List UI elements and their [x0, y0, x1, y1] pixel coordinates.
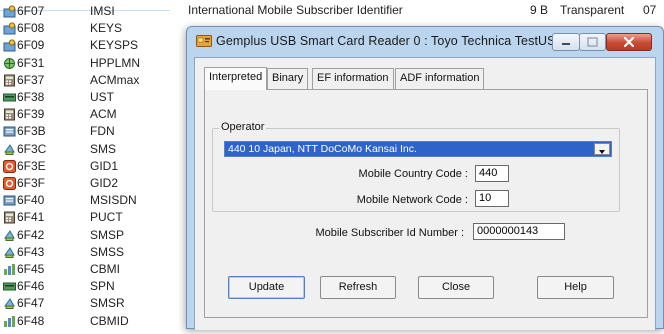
calculator-icon: [3, 107, 16, 121]
operator-legend: Operator: [219, 121, 267, 133]
message-icon: [3, 228, 16, 241]
dialog-titlebar[interactable]: Gemplus USB Smart Card Reader 0 : Toyo T…: [187, 27, 663, 57]
file-size: 9 B: [530, 3, 549, 17]
group-id-icon: [3, 159, 16, 173]
card-icon: [3, 279, 16, 292]
maximize-icon: [587, 37, 598, 47]
close-button[interactable]: Close: [418, 276, 494, 299]
file-id: 6F48: [17, 313, 45, 328]
mnc-label: Mobile Network Code :: [356, 194, 468, 206]
broadcast-icon: [3, 262, 16, 275]
file-name: CBMID: [90, 313, 129, 328]
mcc-field[interactable]: 440: [475, 165, 509, 182]
phonebook-icon: [3, 124, 16, 137]
message-icon: [3, 296, 16, 310]
close-icon: [623, 36, 635, 48]
tab-adf-information[interactable]: ADF information: [395, 68, 485, 89]
msin-field[interactable]: 0000000143: [473, 223, 565, 240]
calculator-icon: [3, 210, 16, 224]
card-icon: [3, 90, 16, 103]
tab-binary[interactable]: Binary: [267, 68, 309, 89]
mnc-field[interactable]: 10: [475, 190, 509, 207]
calculator-icon: [3, 73, 16, 87]
card-reader-icon: [196, 35, 212, 47]
mcc-label: Mobile Country Code :: [358, 168, 468, 180]
security-key-icon: [3, 38, 16, 52]
file-description: International Mobile Subscriber Identifi…: [188, 3, 403, 17]
minimize-button[interactable]: [552, 33, 580, 51]
operator-select[interactable]: 440 10 Japan, NTT DoCoMo Kansai Inc.: [224, 141, 612, 157]
file-record-count: 07: [643, 3, 657, 17]
chevron-down-icon: [599, 150, 605, 154]
security-key-icon: [3, 4, 16, 18]
phonebook-icon: [3, 193, 16, 206]
window-close-button[interactable]: [606, 33, 652, 51]
update-button[interactable]: Update: [228, 276, 305, 299]
message-icon: [3, 142, 16, 155]
group-id-icon: [3, 176, 16, 190]
dialog-title: Gemplus USB Smart Card Reader 0 : Toyo T…: [216, 34, 581, 48]
operator-dropdown-button[interactable]: [594, 143, 610, 155]
file-type: Transparent: [560, 3, 625, 17]
msin-label: Mobile Subscriber Id Number :: [315, 227, 464, 239]
message-icon: [3, 245, 16, 258]
tab-ef-information[interactable]: EF information: [312, 68, 394, 89]
security-key-icon: [3, 21, 16, 35]
help-button[interactable]: Help: [537, 276, 614, 299]
tab-interpreted[interactable]: Interpreted: [204, 67, 268, 90]
broadcast-icon: [3, 314, 16, 327]
maximize-button[interactable]: [579, 33, 606, 51]
minimize-icon: [562, 43, 570, 45]
refresh-button[interactable]: Refresh: [320, 276, 396, 299]
network-icon: [3, 56, 16, 69]
operator-selected-value: 440 10 Japan, NTT DoCoMo Kansai Inc.: [228, 143, 417, 155]
